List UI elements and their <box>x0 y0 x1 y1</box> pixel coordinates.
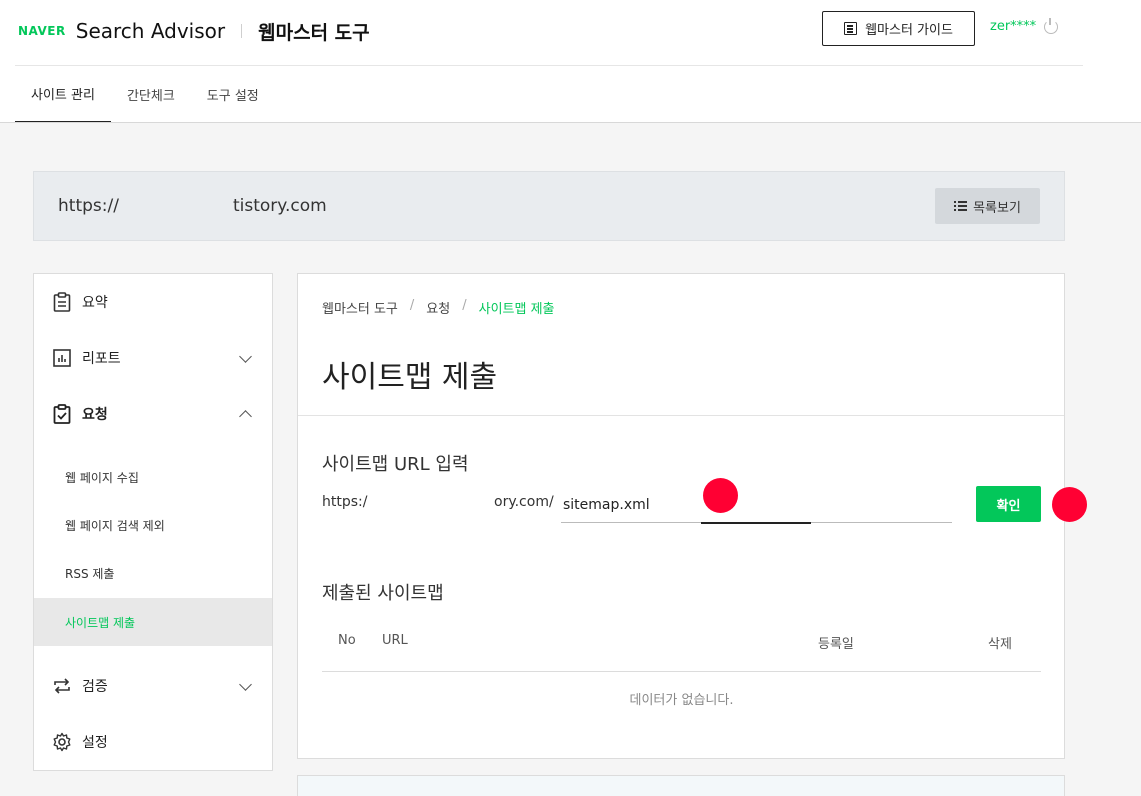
brand-divider <box>241 24 243 38</box>
breadcrumb-separator: / <box>462 298 467 313</box>
webmaster-tool-title[interactable]: 웹마스터 도구 <box>258 18 370 45</box>
brand[interactable]: NAVER Search Advisor 웹마스터 도구 <box>18 18 370 44</box>
sidebar-item-request[interactable]: 요청 <box>34 386 272 442</box>
red-marker-dot <box>1052 487 1087 522</box>
breadcrumb-request[interactable]: 요청 <box>426 298 450 317</box>
table-header-delete: 삭제 <box>988 637 1012 652</box>
webmaster-guide-label: 웹마스터 가이드 <box>865 23 953 38</box>
tab-site-management[interactable]: 사이트 관리 <box>15 66 111 123</box>
sidebar-item-summary-label: 요약 <box>82 295 108 311</box>
site-domain: tistory.com <box>233 196 327 216</box>
page: NAVER Search Advisor 웹마스터 도구 웹마스터 가이드 ze… <box>0 0 1141 796</box>
input-focus-underline <box>701 522 811 524</box>
power-icon[interactable] <box>1044 17 1059 34</box>
list-view-label: 목록보기 <box>973 200 1021 216</box>
header-bar: NAVER Search Advisor 웹마스터 도구 웹마스터 가이드 ze… <box>15 0 1083 66</box>
chevron-down-icon <box>239 678 252 691</box>
document-icon <box>844 22 858 35</box>
site-url-bar: https:// tistory.com 목록보기 <box>33 171 1065 241</box>
gear-icon <box>52 732 72 752</box>
webmaster-guide-button[interactable]: 웹마스터 가이드 <box>822 11 975 46</box>
url-prefix-start: https:/ <box>322 494 368 510</box>
sitemap-url-section-title: 사이트맵 URL 입력 <box>322 454 469 475</box>
naver-logo[interactable]: NAVER <box>18 24 66 38</box>
repeat-icon <box>52 676 72 696</box>
chevron-up-icon <box>239 410 252 423</box>
tab-tool-settings[interactable]: 도구 설정 <box>191 66 275 123</box>
main-tabs: 사이트 관리 간단체크 도구 설정 <box>15 66 275 123</box>
table-header-no: No <box>338 633 356 648</box>
table-header-url: URL <box>382 633 408 648</box>
url-prefix-end: ory.com/ <box>494 494 554 510</box>
sidebar-item-request-label: 요청 <box>82 407 108 423</box>
sidebar-item-verify-label: 검증 <box>82 679 108 695</box>
header-divider <box>0 122 1141 123</box>
sidebar-item-settings-label: 설정 <box>82 735 108 751</box>
main-panel: 웹마스터 도구 / 요청 / 사이트맵 제출 사이트맵 제출 사이트맵 URL … <box>297 273 1087 759</box>
sidebar-item-report-label: 리포트 <box>82 351 121 367</box>
sidebar-item-report[interactable]: 리포트 <box>34 330 272 386</box>
sidebar-item-settings[interactable]: 설정 <box>34 714 272 770</box>
top-header: NAVER Search Advisor 웹마스터 도구 웹마스터 가이드 ze… <box>0 0 1141 123</box>
title-divider <box>298 415 1064 416</box>
confirm-button[interactable]: 확인 <box>976 486 1041 522</box>
user-menu[interactable]: zer**** <box>990 17 1059 34</box>
tab-simple-check[interactable]: 간단체크 <box>111 66 191 123</box>
sidebar-sub-sitemap-submit[interactable]: 사이트맵 제출 <box>34 598 272 646</box>
breadcrumb-sitemap-submit: 사이트맵 제출 <box>478 302 555 317</box>
clipboard-icon <box>52 292 72 312</box>
list-view-button[interactable]: 목록보기 <box>935 188 1040 224</box>
list-icon <box>954 201 968 211</box>
clipboard-check-icon <box>52 404 72 424</box>
search-advisor-title[interactable]: Search Advisor <box>76 19 225 43</box>
bar-chart-icon <box>52 348 72 368</box>
sidebar: 요약 리포트 요청 웹 페이지 수집 웹 페이지 검색 제외 RSS 제출 사이… <box>33 273 273 771</box>
submitted-sitemap-title: 제출된 사이트맵 <box>322 583 444 604</box>
sitemap-url-input[interactable] <box>561 487 952 523</box>
sidebar-sub-rss-submit[interactable]: RSS 제출 <box>34 549 272 597</box>
sidebar-sub-page-collect[interactable]: 웹 페이지 수집 <box>34 453 272 501</box>
site-protocol: https:// <box>58 196 119 216</box>
page-title: 사이트맵 제출 <box>322 360 498 395</box>
lower-panel <box>297 775 1065 796</box>
chevron-down-icon <box>239 350 252 363</box>
sidebar-item-summary[interactable]: 요약 <box>34 274 272 330</box>
breadcrumb-separator: / <box>409 298 415 313</box>
breadcrumb: 웹마스터 도구 / 요청 / 사이트맵 제출 <box>322 298 555 317</box>
breadcrumb-webmaster-tool[interactable]: 웹마스터 도구 <box>322 298 398 317</box>
table-header-divider <box>322 671 1041 672</box>
sidebar-sub-page-exclude[interactable]: 웹 페이지 검색 제외 <box>34 501 272 549</box>
user-id[interactable]: zer**** <box>990 19 1036 34</box>
empty-table-message: 데이터가 없습니다. <box>629 693 734 708</box>
red-marker-dot <box>703 478 738 513</box>
table-header-date: 등록일 <box>818 637 854 652</box>
sidebar-item-verify[interactable]: 검증 <box>34 658 272 714</box>
